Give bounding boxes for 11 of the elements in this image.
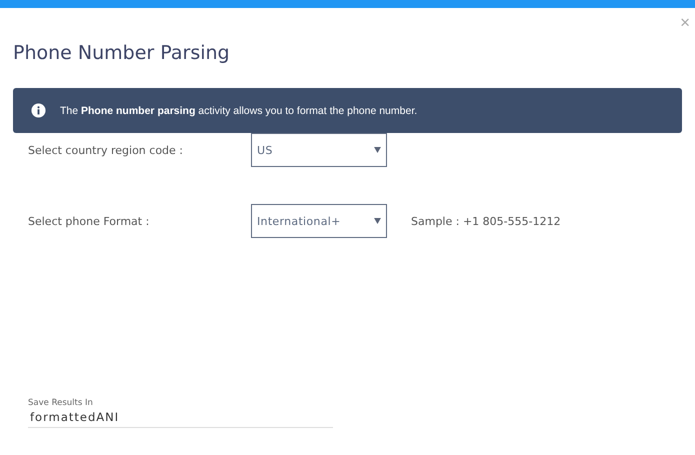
info-icon bbox=[31, 103, 46, 118]
field-label: Save Results In bbox=[28, 398, 94, 408]
dialog-title: Phone Number Parsing bbox=[13, 42, 231, 66]
info-text: The Phone number parsing activity allows you to format the phone number. bbox=[60, 104, 418, 116]
dropdown[interactable]: US bbox=[251, 133, 387, 167]
dropdown[interactable]: International+ bbox=[251, 204, 387, 238]
field-label: Select phone Format : bbox=[28, 214, 150, 228]
caret-icon bbox=[374, 147, 381, 153]
field-label: Select country region code : bbox=[28, 144, 184, 156]
sample-text: Sample : +1 805-555-1212 bbox=[411, 214, 561, 228]
caret-icon bbox=[374, 218, 381, 224]
